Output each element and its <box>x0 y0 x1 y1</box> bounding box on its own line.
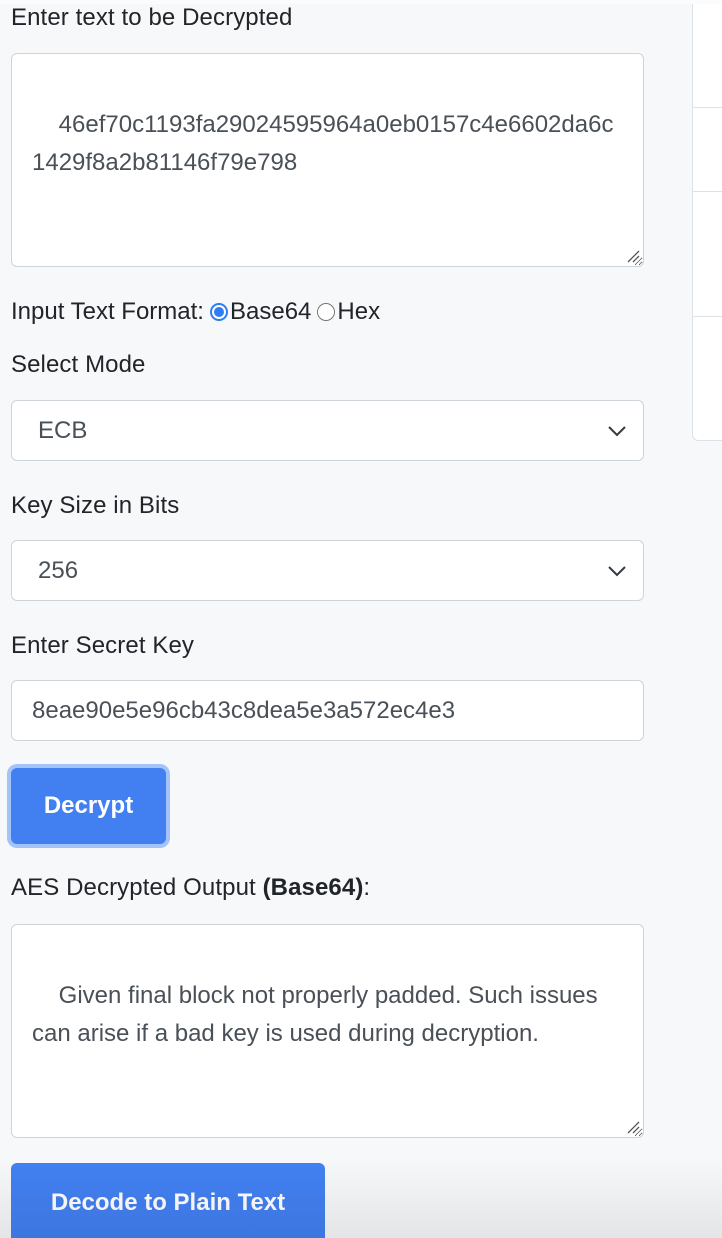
mode-selected-value: ECB <box>38 416 88 444</box>
decode-plain-text-button[interactable]: Decode to Plain Text <box>11 1163 325 1238</box>
radio-hex[interactable] <box>317 303 336 321</box>
secret-key-label: Enter Secret Key <box>11 632 195 659</box>
key-size-select[interactable]: 256 <box>11 540 644 601</box>
output-value: Given final block not properly padded. S… <box>32 982 605 1047</box>
page: Enter text to be Decrypted 46ef70c1193fa… <box>0 0 722 1238</box>
ciphertext-textarea[interactable]: 46ef70c1193fa29024595964a0eb0157c4e6602d… <box>11 53 644 267</box>
resize-grip-icon[interactable] <box>626 1120 640 1134</box>
ciphertext-value: 46ef70c1193fa29024595964a0eb0157c4e6602d… <box>32 111 614 176</box>
output-label-format: (Base64) <box>262 874 364 901</box>
input-format-group: Input Text Format: Base64 Hex <box>11 298 380 326</box>
radio-base64-label[interactable]: Base64 <box>230 298 311 326</box>
key-size-label: Key Size in Bits <box>11 492 180 519</box>
chevron-down-icon <box>608 565 626 576</box>
secret-key-value: 8eae90e5e96cb43c8dea5e3a572ec4e3 <box>32 696 456 724</box>
chevron-down-icon <box>608 425 626 436</box>
radio-base64[interactable] <box>209 303 228 321</box>
side-panel-divider <box>693 191 722 192</box>
side-panel-divider <box>693 107 722 108</box>
input-format-label: Input Text Format: <box>11 298 204 325</box>
output-label-suffix: : <box>363 874 371 901</box>
secret-key-input[interactable]: 8eae90e5e96cb43c8dea5e3a572ec4e3 <box>11 680 644 741</box>
key-size-selected-value: 256 <box>38 556 79 584</box>
side-panel-card <box>692 4 722 441</box>
resize-grip-icon[interactable] <box>626 249 640 263</box>
side-panel-divider <box>693 316 722 317</box>
output-label: AES Decrypted Output (Base64): <box>11 874 370 902</box>
decrypt-button[interactable]: Decrypt <box>11 768 166 844</box>
radio-hex-label[interactable]: Hex <box>337 298 380 326</box>
mode-label: Select Mode <box>11 351 146 378</box>
output-textarea[interactable]: Given final block not properly padded. S… <box>11 924 644 1138</box>
output-label-prefix: AES Decrypted Output <box>11 874 263 901</box>
mode-select[interactable]: ECB <box>11 400 644 461</box>
ciphertext-label: Enter text to be Decrypted <box>11 4 293 31</box>
